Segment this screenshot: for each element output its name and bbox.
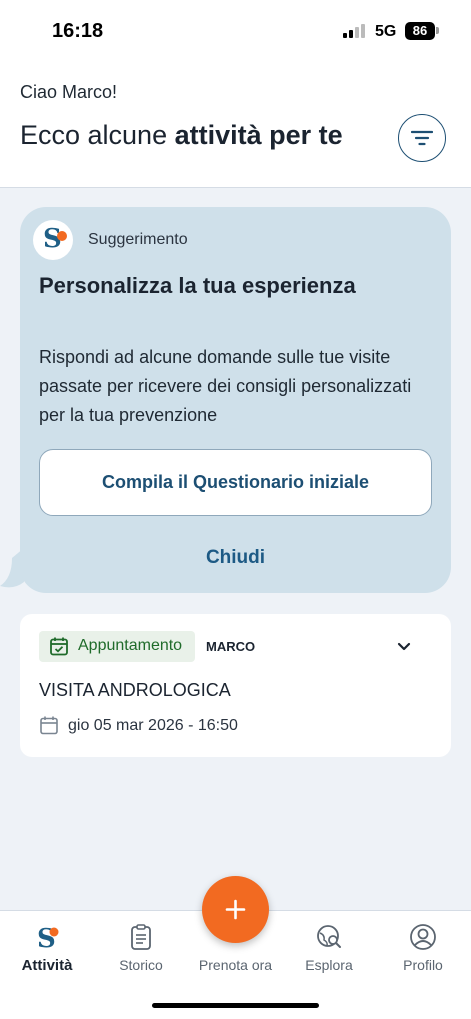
nav-label-attivita: Attività bbox=[21, 957, 73, 974]
nav-item-esplora[interactable]: Esplora bbox=[282, 911, 376, 981]
chevron-down-icon[interactable] bbox=[395, 638, 413, 656]
appointment-datetime: gio 05 mar 2026 - 16:50 bbox=[68, 717, 238, 734]
nav-item-profilo[interactable]: Profilo bbox=[376, 911, 470, 981]
appointment-card[interactable]: Appuntamento MARCO VISITA ANDROLOGICA gi… bbox=[20, 614, 451, 757]
filter-button[interactable] bbox=[398, 114, 446, 162]
appointment-title: VISITA ANDROLOGICA bbox=[39, 680, 231, 700]
clipboard-icon bbox=[127, 923, 155, 951]
battery-tip bbox=[436, 27, 439, 34]
network-type: 5G bbox=[375, 23, 397, 40]
home-indicator bbox=[152, 1003, 319, 1008]
filter-icon bbox=[411, 130, 433, 146]
status-time: 16:18 bbox=[52, 20, 104, 42]
app-logo-icon: S bbox=[33, 220, 73, 260]
user-circle-icon bbox=[409, 923, 437, 951]
greeting: Ciao Marco! bbox=[20, 82, 118, 102]
nav-label-esplora: Esplora bbox=[305, 957, 353, 973]
appointment-owner: MARCO bbox=[206, 639, 256, 654]
close-button[interactable]: Chiudi bbox=[20, 547, 451, 569]
calendar-check-icon bbox=[50, 637, 68, 656]
signal-icon bbox=[343, 24, 369, 38]
nav-item-storico[interactable]: Storico bbox=[94, 911, 188, 981]
page-header: Ciao Marco! Ecco alcune attività per te bbox=[0, 62, 471, 188]
activity-logo-icon: S bbox=[33, 923, 61, 954]
globe-search-icon bbox=[315, 923, 343, 951]
questionnaire-button[interactable]: Compila il Questionario iniziale bbox=[39, 449, 432, 516]
page-title-prefix: Ecco alcune bbox=[20, 120, 175, 150]
plus-icon bbox=[225, 899, 246, 920]
nav-label-profilo: Profilo bbox=[403, 957, 443, 973]
suggestion-label: Suggerimento bbox=[88, 231, 188, 248]
book-now-label[interactable]: Prenota ora bbox=[180, 957, 291, 973]
book-now-button[interactable] bbox=[202, 876, 269, 943]
appointment-badge-label: Appuntamento bbox=[78, 637, 183, 654]
suggestion-card: S Suggerimento Personalizza la tua esper… bbox=[20, 207, 451, 593]
suggestion-title: Personalizza la tua esperienza bbox=[39, 273, 356, 298]
nav-item-attivita[interactable]: S Attività bbox=[0, 911, 94, 981]
page-title-bold: attività per te bbox=[174, 120, 343, 150]
nav-label-storico: Storico bbox=[119, 957, 163, 973]
calendar-icon bbox=[40, 716, 58, 735]
page-title: Ecco alcune attività per te bbox=[20, 120, 343, 151]
suggestion-text: Rispondi ad alcune domande sulle tue vis… bbox=[39, 347, 412, 425]
status-bar: 16:18 5G 86 bbox=[0, 0, 471, 62]
battery-icon: 86 bbox=[405, 22, 435, 40]
appointment-badge: Appuntamento bbox=[39, 631, 195, 662]
